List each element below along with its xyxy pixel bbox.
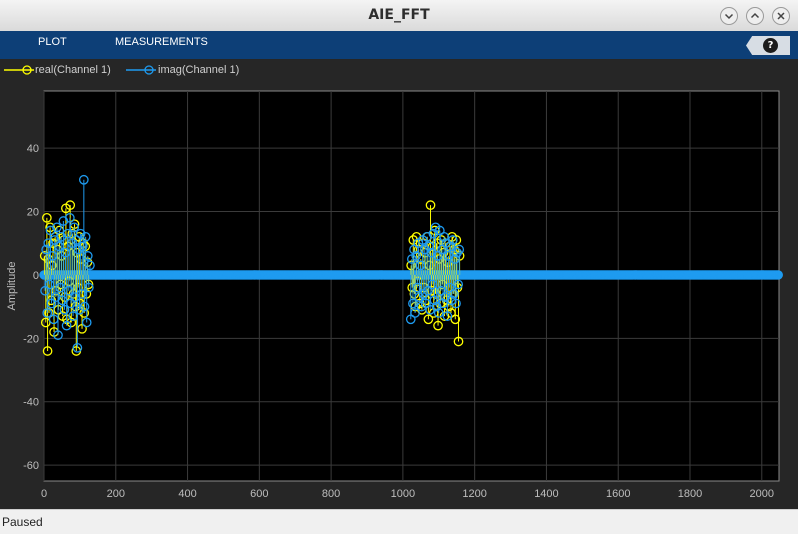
maximize-button[interactable] (746, 7, 764, 25)
tab-plot[interactable]: PLOT (38, 36, 67, 48)
x-tick-label: 1400 (534, 488, 558, 500)
window-title: AIE_FFT (368, 7, 430, 23)
status-bar: Paused (0, 509, 798, 534)
y-tick-label: -40 (23, 397, 39, 409)
x-tick-label: 1200 (462, 488, 486, 500)
legend-label-real: real(Channel 1) (35, 64, 111, 76)
x-tick-label: 800 (322, 488, 340, 500)
help-icon: ? (763, 38, 778, 53)
status-text: Paused (2, 515, 43, 529)
close-icon (777, 12, 785, 20)
fft-chart[interactable]: 0 200 400 600 800 1000 1200 1400 1600 1800 2000-60… (0, 81, 798, 509)
window-titlebar[interactable]: AIE_FFT (0, 0, 798, 32)
y-tick-label: 0 (33, 270, 39, 282)
x-tick-label: 400 (178, 488, 196, 500)
x-tick-label: 0 (41, 488, 47, 500)
legend: real(Channel 1) imag(Channel 1) (0, 59, 798, 81)
toolstrip: PLOT MEASUREMENTS ? (0, 31, 798, 59)
y-tick-label: -60 (23, 460, 39, 472)
minimize-button[interactable] (720, 7, 738, 25)
line-circle-marker-icon (4, 65, 34, 75)
tab-measurements[interactable]: MEASUREMENTS (115, 36, 208, 48)
chevron-up-icon (750, 12, 760, 19)
x-tick-label: 1800 (678, 488, 702, 500)
legend-label-imag: imag(Channel 1) (158, 64, 240, 76)
plot-panel: 0 200 400 600 800 1000 1200 1400 1600 1800 2000 -60… (0, 81, 798, 509)
x-tick-label: 1000 (391, 488, 415, 500)
x-tick-label: 2000 (750, 488, 774, 500)
y-tick-label: -20 (23, 333, 39, 345)
chevron-down-icon (724, 13, 734, 20)
line-circle-marker-icon (126, 65, 156, 75)
plot-area (43, 90, 780, 482)
y-tick-label: 40 (27, 143, 39, 155)
x-tick-label: 200 (107, 488, 125, 500)
x-tick-label: 1600 (606, 488, 630, 500)
x-tick-label: 600 (250, 488, 268, 500)
y-tick-label: 20 (27, 206, 39, 218)
y-axis-label: Amplitude (6, 262, 18, 311)
close-button[interactable] (772, 7, 790, 25)
help-button[interactable]: ? (746, 36, 790, 55)
